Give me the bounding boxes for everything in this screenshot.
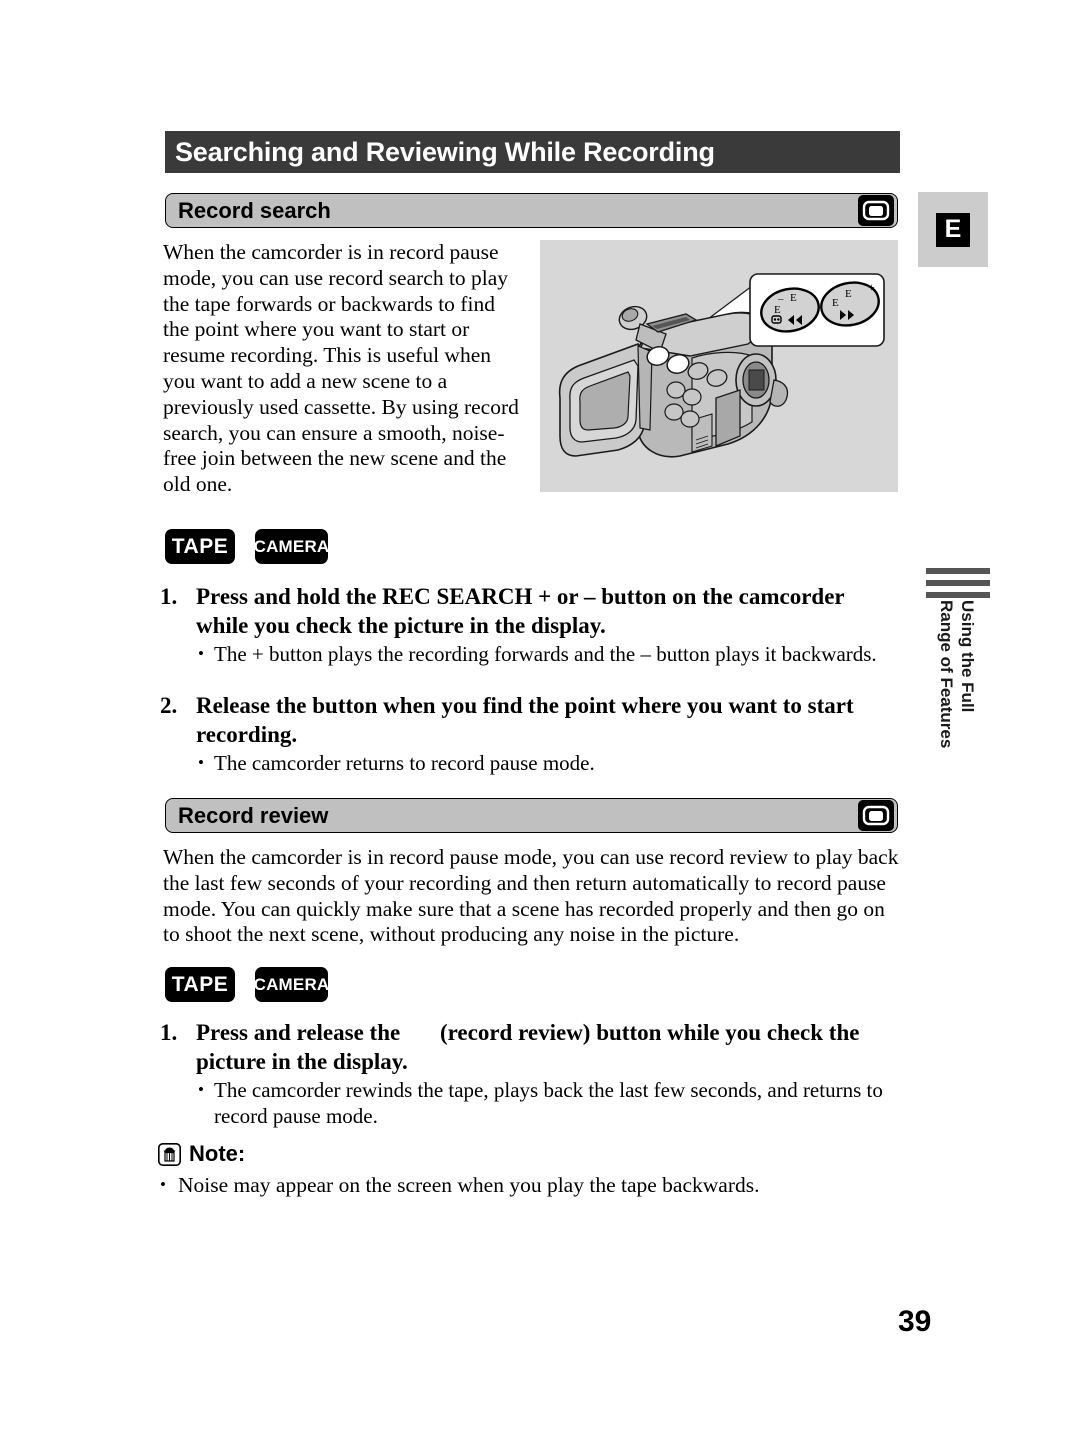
side-tab-text: Using the Full Range of Features <box>912 600 978 800</box>
side-tab-bars <box>926 568 990 604</box>
step-bullets: The + button plays the recording forward… <box>196 641 902 668</box>
note-heading: Note: <box>158 1141 900 1167</box>
badge-camera: CAMERA <box>254 967 329 1002</box>
svg-text:E: E <box>774 304 781 316</box>
camcorder-illustration: – E E + E E <box>540 240 898 492</box>
svg-text:E: E <box>832 297 839 309</box>
step-record-search-2: 2. Release the button when you find the … <box>160 691 902 777</box>
badge-tape: TAPE <box>165 967 235 1002</box>
svg-text:E: E <box>790 292 797 304</box>
page-title-bar: Searching and Reviewing While Recording <box>165 131 900 173</box>
svg-text:E: E <box>845 288 852 300</box>
list-item: Noise may appear on the screen when you … <box>158 1172 900 1199</box>
step-bullets: The camcorder rewinds the tape, plays ba… <box>196 1077 902 1129</box>
list-item: The camcorder returns to record pause mo… <box>196 750 902 777</box>
section-header-record-review: Record review <box>165 798 898 833</box>
side-tab-line2: Range of Features <box>937 600 956 749</box>
page-number: 39 <box>898 1305 932 1338</box>
step-number: 1. <box>160 584 178 609</box>
page-title: Searching and Reviewing While Recording <box>175 136 715 167</box>
list-item: The + button plays the recording forward… <box>196 641 902 668</box>
mode-badges-record-search: TAPE CAMERA <box>165 529 329 564</box>
cassette-icon <box>858 800 894 831</box>
note-icon <box>158 1142 181 1166</box>
section-title-record-search: Record search <box>178 197 331 223</box>
step-heading: Press and release the (record review) bu… <box>196 1018 902 1076</box>
side-tab-bar <box>926 580 990 586</box>
step-heading: Release the button when you find the poi… <box>196 693 854 747</box>
step-heading-part1: Press and release the <box>196 1020 406 1045</box>
step-record-review-1: 1. Press and release the (record review)… <box>160 1018 902 1129</box>
section-title-record-review: Record review <box>178 802 329 828</box>
svg-text:+: + <box>868 280 875 294</box>
step-bullets: The camcorder returns to record pause mo… <box>196 750 902 777</box>
note-bullets: Noise may appear on the screen when you … <box>158 1172 900 1199</box>
side-tab-bar <box>926 592 990 598</box>
note-heading-label: Note: <box>189 1141 246 1166</box>
side-tab-bar <box>926 568 990 574</box>
step-heading: Press and hold the REC SEARCH + or – but… <box>196 584 845 638</box>
list-item: The camcorder rewinds the tape, plays ba… <box>196 1077 902 1129</box>
language-tab: E <box>918 192 988 267</box>
side-chapter-tab: Using the Full Range of Features <box>912 568 992 768</box>
step-record-search-1: 1. Press and hold the REC SEARCH + or – … <box>160 582 902 668</box>
badge-camera: CAMERA <box>254 529 329 564</box>
language-tab-label: E <box>936 212 970 247</box>
step-number: 1. <box>160 1020 178 1045</box>
side-tab-line1: Using the Full <box>958 600 977 713</box>
paragraph-record-search: When the camcorder is in record pause mo… <box>163 240 519 497</box>
note-block: Note: Noise may appear on the screen whe… <box>158 1141 900 1199</box>
badge-tape: TAPE <box>165 529 235 564</box>
paragraph-record-review: When the camcorder is in record pause mo… <box>163 845 899 947</box>
cassette-icon <box>858 195 894 226</box>
step-number: 2. <box>160 693 178 718</box>
mode-badges-record-review: TAPE CAMERA <box>165 967 329 1002</box>
section-header-record-search: Record search <box>165 193 898 228</box>
